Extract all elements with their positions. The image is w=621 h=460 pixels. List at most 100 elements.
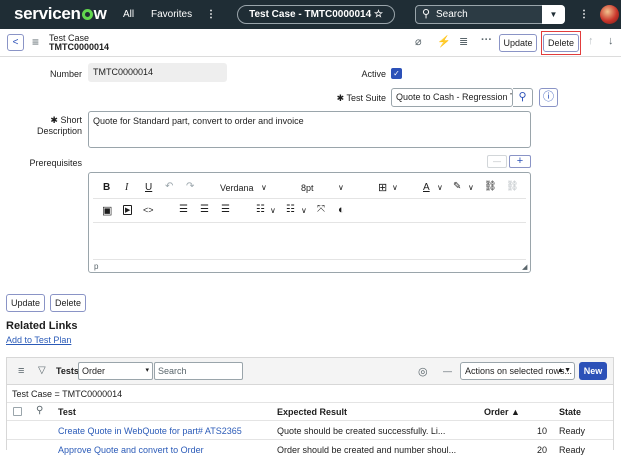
order-cell: 10 — [536, 426, 547, 436]
expand-editor-button[interactable]: + — [509, 155, 531, 168]
context-menu-icon[interactable]: ≡ — [32, 35, 39, 49]
short-description-label: ✱ Short Description — [36, 115, 82, 136]
align-right-icon[interactable]: ☰ — [221, 204, 230, 215]
undo-icon[interactable]: ↶ — [165, 181, 173, 192]
select-all-checkbox[interactable] — [13, 407, 22, 416]
highlight-icon[interactable]: ✎ — [453, 181, 461, 192]
nav-favorites[interactable]: Favorites — [151, 9, 192, 20]
align-center-icon[interactable]: ☰ — [200, 204, 209, 215]
search-icon: ⚲ — [422, 8, 431, 20]
related-links-heading: Related Links — [6, 320, 78, 332]
more-options-icon[interactable]: ··· — [481, 34, 492, 46]
short-description-textarea[interactable]: Quote for Standard part, convert to orde… — [88, 111, 531, 148]
order-cell: 20 — [536, 445, 547, 455]
required-marker: ✱ — [50, 115, 58, 125]
attachment-icon[interactable]: ⌀ — [415, 35, 422, 48]
insert-video-icon[interactable]: ▶ — [123, 205, 133, 215]
filter-icon[interactable]: ▽ — [38, 365, 46, 376]
active-label: Active — [361, 69, 386, 79]
list-menu-icon[interactable]: ≡ — [18, 365, 24, 377]
bullet-list-caret-icon[interactable]: ∨ — [270, 206, 276, 215]
list-search-input[interactable]: Search — [154, 362, 243, 380]
table-icon[interactable]: ⊞ — [378, 181, 387, 194]
add-to-test-plan-link[interactable]: Add to Test Plan — [6, 335, 71, 345]
record-number-label: TMTC0000014 — [49, 42, 110, 52]
delete-button[interactable]: Delete — [543, 34, 579, 52]
font-color-caret-icon[interactable]: ∨ — [437, 183, 443, 192]
record-context-pill[interactable]: Test Case - TMTC0000014 ☆ — [237, 5, 395, 24]
user-avatar[interactable] — [600, 5, 619, 24]
new-button[interactable]: New — [579, 362, 607, 380]
bottom-update-button[interactable]: Update — [6, 294, 45, 312]
column-header-expected-result[interactable]: Expected Result — [277, 407, 347, 417]
active-checkbox[interactable]: ✓ — [391, 68, 402, 79]
divider — [7, 402, 613, 403]
font-size-caret-icon[interactable]: ∨ — [338, 183, 344, 192]
statusbar-divider — [93, 259, 526, 260]
fullscreen-icon[interactable]: ⤧ — [317, 204, 325, 215]
search-field-select[interactable]: Order ▾ — [78, 362, 153, 380]
list-title: Tests — [56, 366, 79, 376]
form-header: < ≡ Test Case TMTC0000014 ⌀ ⚡ ≣ ··· Upda… — [0, 29, 621, 57]
italic-button[interactable]: I — [125, 182, 128, 193]
favorite-star-icon[interactable]: ☆ — [374, 9, 383, 20]
editor-content-area[interactable] — [93, 225, 526, 259]
align-left-icon[interactable]: ☰ — [179, 204, 188, 215]
font-family-select[interactable]: Verdana — [220, 183, 254, 193]
activity-icon[interactable]: ⚡ — [437, 35, 451, 48]
search-scope-dropdown[interactable]: ▼ — [542, 5, 565, 24]
nav-menu-icon[interactable]: ⋮ — [579, 9, 589, 20]
source-code-icon[interactable]: <> — [143, 205, 154, 215]
bottom-delete-button[interactable]: Delete — [50, 294, 86, 312]
number-label: Number — [49, 69, 82, 79]
font-size-select[interactable]: 8pt — [301, 183, 314, 193]
test-suite-field[interactable]: Quote to Cash - Regression Tes — [391, 88, 513, 107]
unlink-icon[interactable]: ⛓ — [506, 181, 519, 192]
numbered-list-caret-icon[interactable]: ∨ — [301, 206, 307, 215]
table-row: Approve Quote and convert to Order Order… — [7, 441, 613, 460]
list-breadcrumb[interactable]: Test Case = TMTC0000014 — [12, 389, 122, 399]
back-button[interactable]: < — [7, 34, 24, 51]
table-caret-icon[interactable]: ∨ — [392, 183, 398, 192]
number-field[interactable]: TMTC0000014 — [88, 63, 227, 82]
state-cell: Ready — [559, 426, 586, 436]
test-suite-lookup-icon[interactable]: ⚲ — [513, 88, 533, 107]
next-record-icon[interactable]: ↓ — [608, 35, 614, 47]
test-link[interactable]: Create Quote in WebQuote for part# ATS23… — [58, 426, 242, 436]
column-search-icon[interactable]: ⚲ — [36, 405, 43, 416]
highlight-caret-icon[interactable]: ∨ — [468, 183, 474, 192]
underline-button[interactable]: U — [145, 182, 152, 193]
prerequisites-label: Prerequisites — [29, 158, 82, 168]
test-link[interactable]: Approve Quote and convert to Order — [58, 445, 204, 455]
font-family-caret-icon[interactable]: ∨ — [261, 183, 267, 192]
servicenow-logo[interactable]: servicen w — [14, 4, 107, 24]
resize-handle-icon[interactable]: ◢ — [522, 263, 527, 271]
column-header-test[interactable]: Test — [58, 407, 76, 417]
personalize-icon[interactable]: ≣ — [459, 35, 468, 48]
contrast-icon[interactable]: ◐ — [338, 204, 345, 216]
nav-all[interactable]: All — [123, 9, 134, 20]
link-icon[interactable]: ⛓ — [484, 181, 497, 192]
bold-button[interactable]: B — [103, 182, 110, 193]
insert-image-icon[interactable]: ▣ — [102, 204, 112, 217]
toolbar-divider — [93, 222, 526, 223]
list-settings-gear-icon[interactable]: ◎ — [418, 365, 428, 378]
top-navigation-bar: servicen w All Favorites ⋮ Test Case - TM… — [0, 0, 621, 29]
record-title: Test Case TMTC0000014 — [49, 34, 109, 52]
required-marker: ✱ — [336, 93, 345, 103]
search-placeholder: Search — [436, 9, 468, 20]
collapse-editor-button[interactable]: — — [487, 155, 507, 168]
update-button[interactable]: Update — [499, 34, 537, 52]
nav-more-icon[interactable]: ⋮ — [206, 9, 216, 20]
redo-icon[interactable]: ↷ — [186, 181, 194, 192]
actions-select[interactable]: Actions on selected rows... ▲▼ — [460, 362, 575, 380]
previous-record-icon[interactable]: ↑ — [588, 35, 594, 47]
table-row: Create Quote in WebQuote for part# ATS23… — [7, 421, 613, 440]
bullet-list-icon[interactable]: ☷ — [256, 204, 265, 215]
collapse-list-icon[interactable]: — — [443, 366, 452, 376]
font-color-icon[interactable]: A — [423, 182, 430, 193]
column-header-state[interactable]: State — [559, 407, 581, 417]
info-icon[interactable]: ⓘ — [539, 88, 558, 107]
column-header-order[interactable]: Order ▲ — [484, 407, 520, 417]
numbered-list-icon[interactable]: ☷ — [286, 204, 295, 215]
